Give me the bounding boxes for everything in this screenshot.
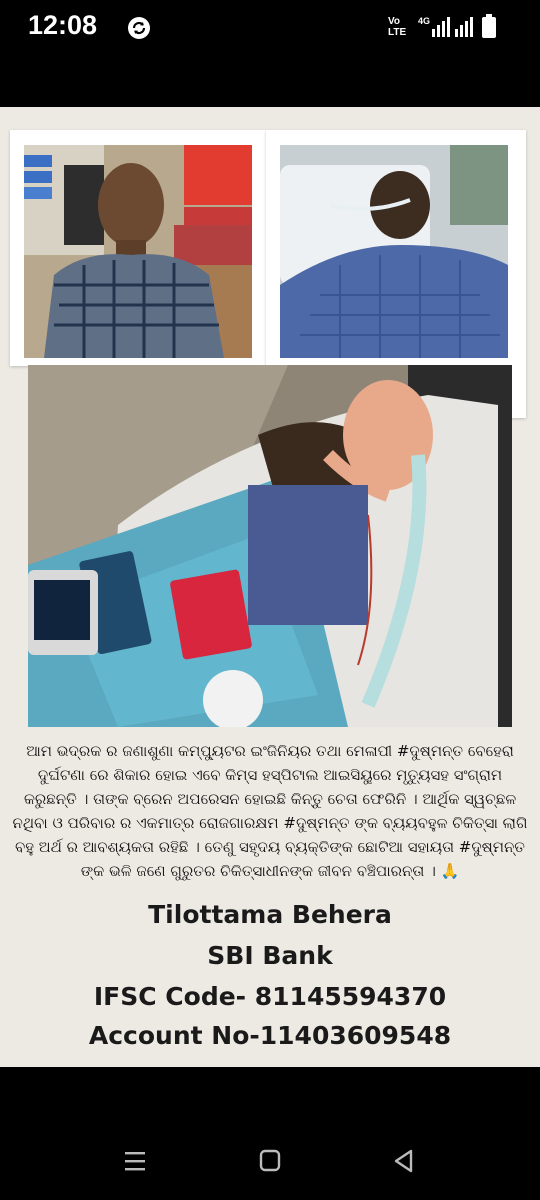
recents-icon[interactable]	[113, 1143, 157, 1179]
toolbar-area	[0, 60, 540, 108]
bank-name: SBI Bank	[207, 941, 333, 970]
account-holder-name: Tilottama Behera	[148, 900, 392, 929]
portrait-photo	[24, 145, 252, 358]
navigation-bar	[0, 1067, 540, 1200]
signal-icon	[432, 17, 473, 37]
battery-icon	[482, 14, 496, 38]
photo-card-portrait	[10, 130, 266, 366]
icu-photo	[28, 365, 512, 727]
status-bar: 12:08 Vo LTE 4G	[0, 0, 540, 60]
account-number: Account No-11403609548	[88, 1021, 452, 1050]
hospital-bed-photo	[280, 145, 508, 358]
post-caption: ଆମ ଭଦ୍ରକ ର ଜଣାଶୁଣା କମ୍ପ୍ୟୁଟର ଇଂଜିନିୟର ତଥ…	[12, 742, 528, 880]
home-icon[interactable]	[248, 1143, 292, 1179]
clock: 12:08	[28, 10, 98, 40]
volte-top: Vo	[388, 16, 401, 27]
back-icon[interactable]	[382, 1143, 426, 1179]
volte-bottom: LTE	[388, 27, 407, 38]
ifsc-code: IFSC Code- 81145594370	[93, 982, 447, 1011]
volte-indicator: Vo LTE	[388, 16, 406, 38]
image-viewer[interactable]: ଆମ ଭଦ୍ରକ ର ଜଣାଶୁଣା କମ୍ପ୍ୟୁଟର ଇଂଜିନିୟର ତଥ…	[0, 107, 540, 1067]
sync-icon	[128, 17, 150, 39]
